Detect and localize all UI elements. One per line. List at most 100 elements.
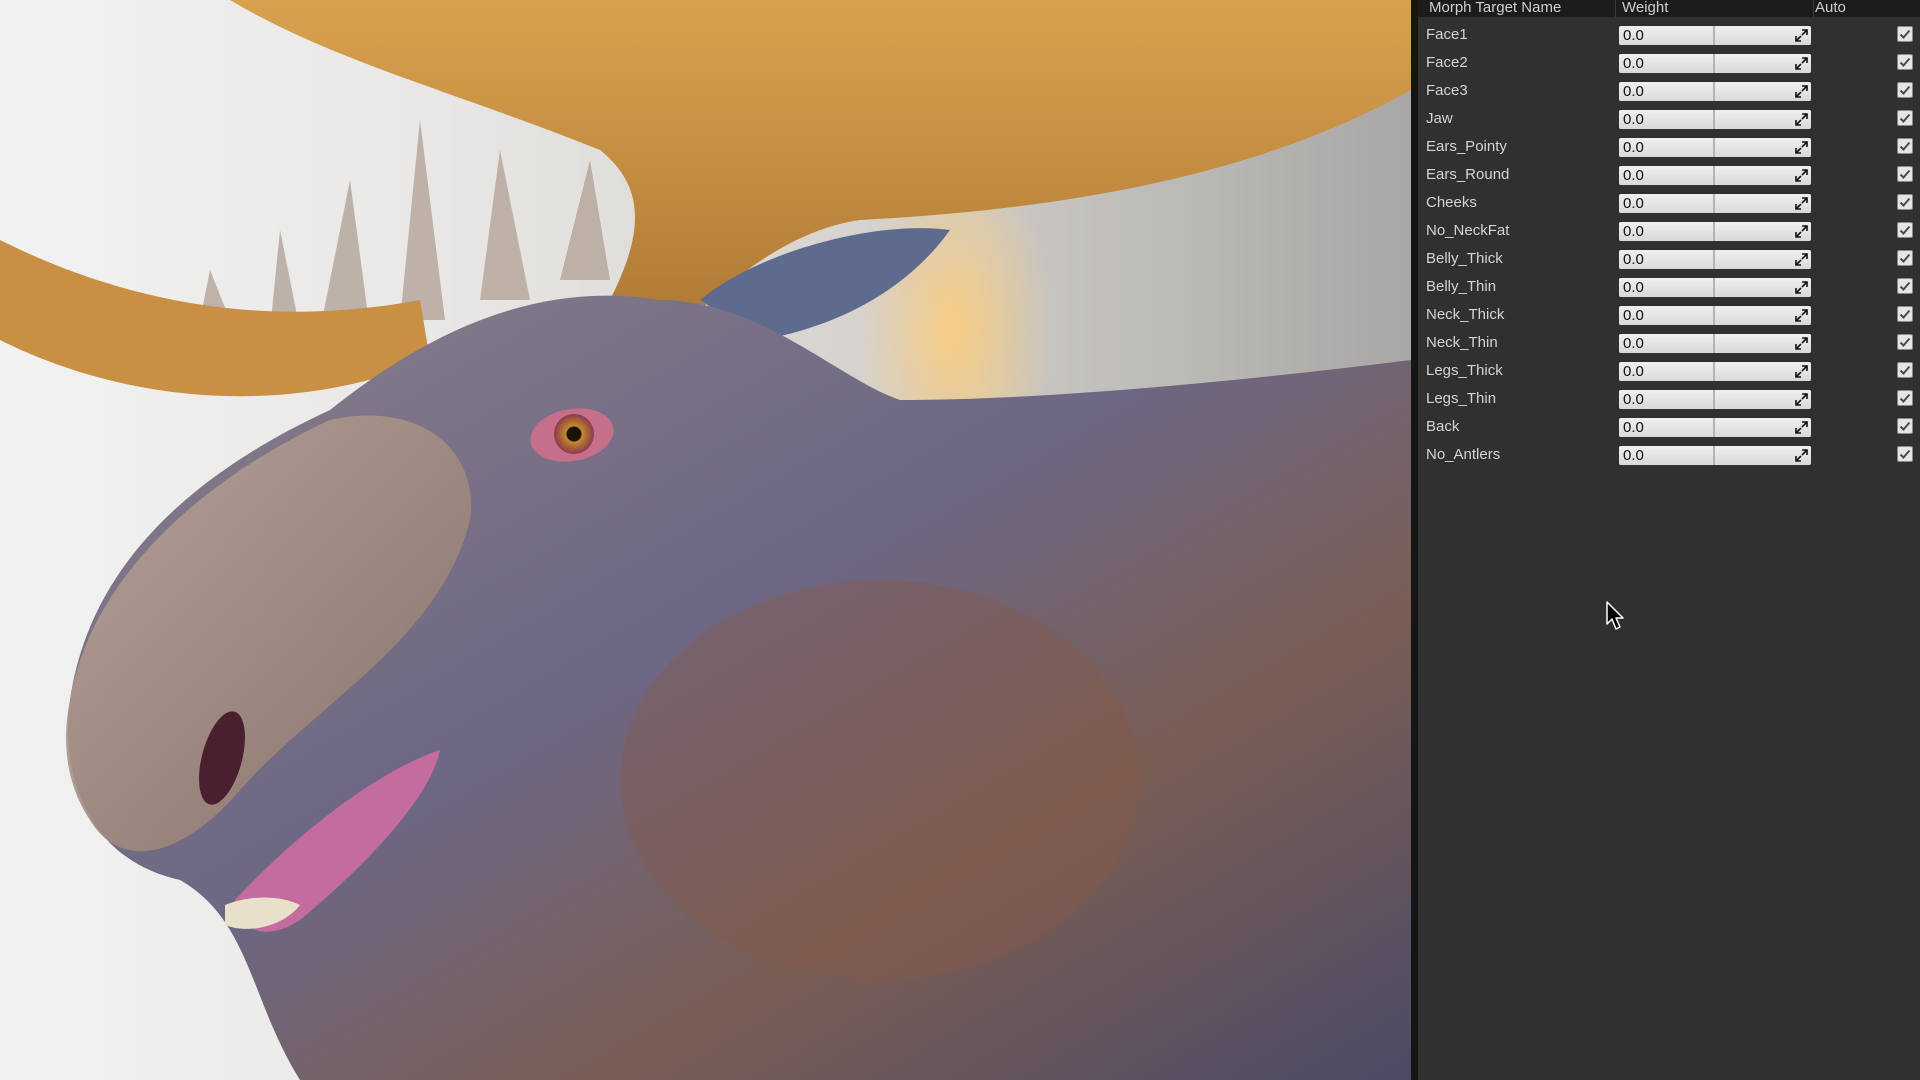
table-row[interactable]: Ears_Round 0.0 <box>1418 161 1920 189</box>
column-divider[interactable] <box>1813 0 1814 17</box>
weight-slider[interactable]: 0.0 <box>1619 222 1811 241</box>
column-header-name[interactable]: Morph Target Name <box>1429 0 1561 16</box>
table-row[interactable]: No_Antlers 0.0 <box>1418 441 1920 469</box>
weight-slider[interactable]: 0.0 <box>1619 138 1811 157</box>
weight-value[interactable]: 0.0 <box>1623 250 1644 269</box>
weight-value[interactable]: 0.0 <box>1623 390 1644 409</box>
slider-track[interactable] <box>1619 278 1811 297</box>
weight-slider[interactable]: 0.0 <box>1619 110 1811 129</box>
table-row[interactable]: Jaw 0.0 <box>1418 105 1920 133</box>
expand-arrows-icon[interactable] <box>1795 253 1808 266</box>
weight-value[interactable]: 0.0 <box>1623 138 1644 157</box>
table-row[interactable]: Neck_Thin 0.0 <box>1418 329 1920 357</box>
slider-handle[interactable] <box>1713 194 1715 213</box>
column-header-auto[interactable]: Auto <box>1815 0 1846 16</box>
auto-checkbox[interactable] <box>1897 194 1913 210</box>
table-row[interactable]: Face2 0.0 <box>1418 49 1920 77</box>
expand-arrows-icon[interactable] <box>1795 421 1808 434</box>
table-row[interactable]: Back 0.0 <box>1418 413 1920 441</box>
weight-slider[interactable]: 0.0 <box>1619 362 1811 381</box>
auto-checkbox[interactable] <box>1897 334 1913 350</box>
weight-slider[interactable]: 0.0 <box>1619 278 1811 297</box>
table-row[interactable]: Cheeks 0.0 <box>1418 189 1920 217</box>
expand-arrows-icon[interactable] <box>1795 29 1808 42</box>
slider-handle[interactable] <box>1713 110 1715 129</box>
weight-value[interactable]: 0.0 <box>1623 446 1644 465</box>
slider-track[interactable] <box>1619 26 1811 45</box>
weight-slider[interactable]: 0.0 <box>1619 334 1811 353</box>
table-row[interactable]: Belly_Thick 0.0 <box>1418 245 1920 273</box>
column-divider[interactable] <box>1615 0 1616 17</box>
table-row[interactable]: Face1 0.0 <box>1418 21 1920 49</box>
slider-handle[interactable] <box>1713 54 1715 73</box>
table-row[interactable]: Face3 0.0 <box>1418 77 1920 105</box>
slider-handle[interactable] <box>1713 446 1715 465</box>
auto-checkbox[interactable] <box>1897 250 1913 266</box>
weight-value[interactable]: 0.0 <box>1623 110 1644 129</box>
table-row[interactable]: Neck_Thick 0.0 <box>1418 301 1920 329</box>
slider-handle[interactable] <box>1713 138 1715 157</box>
auto-checkbox[interactable] <box>1897 110 1913 126</box>
weight-value[interactable]: 0.0 <box>1623 166 1644 185</box>
slider-track[interactable] <box>1619 138 1811 157</box>
table-row[interactable]: Legs_Thin 0.0 <box>1418 385 1920 413</box>
expand-arrows-icon[interactable] <box>1795 225 1808 238</box>
slider-handle[interactable] <box>1713 418 1715 437</box>
auto-checkbox[interactable] <box>1897 390 1913 406</box>
auto-checkbox[interactable] <box>1897 418 1913 434</box>
auto-checkbox[interactable] <box>1897 362 1913 378</box>
panel-splitter[interactable] <box>1411 0 1418 1080</box>
weight-value[interactable]: 0.0 <box>1623 418 1644 437</box>
weight-value[interactable]: 0.0 <box>1623 278 1644 297</box>
expand-arrows-icon[interactable] <box>1795 113 1808 126</box>
expand-arrows-icon[interactable] <box>1795 141 1808 154</box>
auto-checkbox[interactable] <box>1897 306 1913 322</box>
viewport-3d[interactable] <box>0 0 1411 1080</box>
weight-slider[interactable]: 0.0 <box>1619 194 1811 213</box>
slider-handle[interactable] <box>1713 362 1715 381</box>
weight-slider[interactable]: 0.0 <box>1619 306 1811 325</box>
slider-track[interactable] <box>1619 334 1811 353</box>
weight-slider[interactable]: 0.0 <box>1619 166 1811 185</box>
auto-checkbox[interactable] <box>1897 278 1913 294</box>
slider-track[interactable] <box>1619 418 1811 437</box>
weight-value[interactable]: 0.0 <box>1623 306 1644 325</box>
slider-handle[interactable] <box>1713 222 1715 241</box>
weight-value[interactable]: 0.0 <box>1623 222 1644 241</box>
expand-arrows-icon[interactable] <box>1795 169 1808 182</box>
weight-value[interactable]: 0.0 <box>1623 82 1644 101</box>
slider-track[interactable] <box>1619 446 1811 465</box>
weight-value[interactable]: 0.0 <box>1623 362 1644 381</box>
expand-arrows-icon[interactable] <box>1795 197 1808 210</box>
auto-checkbox[interactable] <box>1897 26 1913 42</box>
slider-handle[interactable] <box>1713 82 1715 101</box>
slider-handle[interactable] <box>1713 278 1715 297</box>
slider-track[interactable] <box>1619 362 1811 381</box>
table-row[interactable]: Ears_Pointy 0.0 <box>1418 133 1920 161</box>
weight-value[interactable]: 0.0 <box>1623 54 1644 73</box>
weight-slider[interactable]: 0.0 <box>1619 250 1811 269</box>
slider-track[interactable] <box>1619 306 1811 325</box>
slider-handle[interactable] <box>1713 334 1715 353</box>
weight-value[interactable]: 0.0 <box>1623 26 1644 45</box>
weight-value[interactable]: 0.0 <box>1623 334 1644 353</box>
slider-track[interactable] <box>1619 82 1811 101</box>
slider-handle[interactable] <box>1713 306 1715 325</box>
slider-track[interactable] <box>1619 166 1811 185</box>
weight-value[interactable]: 0.0 <box>1623 194 1644 213</box>
auto-checkbox[interactable] <box>1897 138 1913 154</box>
weight-slider[interactable]: 0.0 <box>1619 390 1811 409</box>
auto-checkbox[interactable] <box>1897 222 1913 238</box>
expand-arrows-icon[interactable] <box>1795 57 1808 70</box>
slider-track[interactable] <box>1619 194 1811 213</box>
slider-handle[interactable] <box>1713 250 1715 269</box>
auto-checkbox[interactable] <box>1897 54 1913 70</box>
auto-checkbox[interactable] <box>1897 166 1913 182</box>
expand-arrows-icon[interactable] <box>1795 393 1808 406</box>
table-row[interactable]: Belly_Thin 0.0 <box>1418 273 1920 301</box>
weight-slider[interactable]: 0.0 <box>1619 446 1811 465</box>
expand-arrows-icon[interactable] <box>1795 85 1808 98</box>
weight-slider[interactable]: 0.0 <box>1619 418 1811 437</box>
auto-checkbox[interactable] <box>1897 82 1913 98</box>
expand-arrows-icon[interactable] <box>1795 365 1808 378</box>
